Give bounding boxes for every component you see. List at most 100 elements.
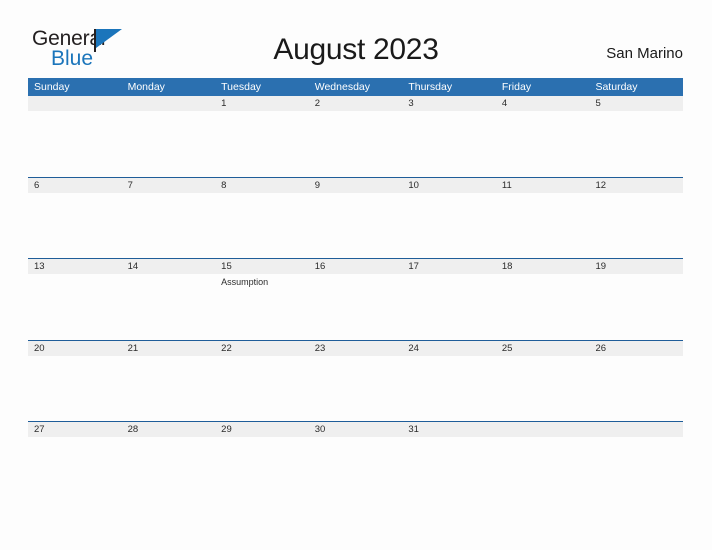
weekday-header-thursday: Thursday [408,81,453,93]
day-number-band: 28 [121,422,216,437]
day-number: 23 [314,342,326,354]
calendar-day-cell[interactable]: 13 [28,259,122,340]
weekday-header-sunday: Sunday [34,81,70,93]
calendar-day-cell[interactable]: 29 [215,422,309,503]
day-number-band: 30 [308,422,403,437]
day-events [589,193,683,195]
day-events [122,193,216,195]
day-number-band: 16 [308,259,403,274]
day-number-band: 29 [215,422,309,437]
day-events [215,356,309,358]
calendar-day-cell[interactable]: 22 [215,340,309,421]
calendar-day-cell[interactable]: 25 [495,340,590,421]
day-number: 12 [595,179,607,191]
day-number-band: 1 [215,96,309,111]
day-events [309,437,403,439]
day-number: 13 [34,261,45,272]
day-number: 22 [221,342,232,354]
weekday-header-monday: Monday [127,81,165,93]
day-events [28,356,122,358]
calendar-day-cell[interactable]: 24 [402,340,496,421]
day-number-band: 21 [121,340,216,356]
day-number-band: 9 [308,177,403,193]
day-number-band: 31 [402,422,496,437]
calendar-day-cell[interactable]: 27 [28,422,122,503]
day-events [402,437,496,439]
calendar-week-row: 20 21 22 23 24 25 26 [28,339,684,421]
calendar-day-cell[interactable]: 14 [121,259,216,340]
day-events [496,437,590,439]
day-number: 19 [595,261,607,272]
day-events [122,274,216,276]
day-number-band: 27 [28,422,122,437]
day-number-band: 17 [402,259,496,274]
calendar-day-cell[interactable]: 10 [402,177,496,258]
calendar-day-cell-empty [495,422,590,503]
calendar-day-cell[interactable]: 8 [215,177,309,258]
day-events [402,193,496,195]
day-number-band: 4 [495,96,590,111]
calendar-day-cell[interactable]: 28 [121,422,216,503]
day-events [28,193,122,195]
calendar-day-cell[interactable]: 18 [495,259,590,340]
day-number: 26 [595,342,607,354]
calendar-day-cell[interactable]: 3 [402,96,496,177]
day-number: 9 [314,179,321,191]
calendar-day-cell[interactable]: 7 [121,177,216,258]
day-number: 8 [221,179,227,191]
day-events [589,274,683,276]
day-events [496,274,590,276]
calendar-day-cell[interactable]: 16 [308,259,403,340]
calendar-day-cell[interactable]: 2 [308,96,403,177]
day-number-band [28,96,122,111]
day-number: 21 [127,342,139,354]
calendar-day-cell[interactable]: 15 Assumption [215,259,309,340]
day-events [496,193,590,195]
calendar-week-row: 13 14 15 Assumption 16 17 18 19 [28,258,684,340]
day-number-band: 7 [121,177,216,193]
calendar-day-cell[interactable]: 6 [28,177,122,258]
day-number: 1 [221,98,227,109]
calendar-day-cell[interactable]: 19 [589,259,684,340]
day-number-band: 20 [28,340,122,356]
day-events [402,111,496,113]
weekday-header-saturday: Saturday [595,81,638,93]
day-number: 25 [501,342,513,354]
calendar-day-cell[interactable]: 9 [308,177,403,258]
day-events [28,274,122,276]
calendar-day-cell[interactable]: 20 [28,340,122,421]
day-events [215,437,309,439]
weekday-header-wednesday: Wednesday [314,81,370,93]
day-number-band: 3 [402,96,496,111]
day-events: Assumption [215,274,309,288]
calendar-day-cell-empty [28,96,122,177]
calendar-day-cell[interactable]: 17 [402,259,496,340]
day-events [309,274,403,276]
day-events [309,111,403,113]
day-number: 5 [595,98,601,109]
calendar-day-cell[interactable]: 26 [589,340,684,421]
calendar-day-cell[interactable]: 23 [308,340,403,421]
day-number: 2 [314,98,321,109]
day-number: 31 [408,424,419,435]
calendar-day-cell[interactable]: 31 [402,422,496,503]
day-number: 6 [34,179,40,191]
calendar-week-row: 6 7 8 9 10 11 12 [28,176,684,258]
day-events [589,111,683,113]
calendar-day-cell[interactable]: 11 [495,177,590,258]
calendar-day-cell[interactable]: 30 [308,422,403,503]
calendar-day-cell[interactable]: 12 [589,177,684,258]
calendar-location: San Marino [606,45,683,62]
day-number: 28 [127,424,139,435]
calendar-grid: Sunday Monday Tuesday Wednesday Thursday… [28,78,684,503]
day-number: 30 [314,424,326,435]
day-number-band: 14 [121,259,216,274]
day-number-band: 19 [589,259,684,274]
weekday-header-friday: Friday [501,81,532,93]
day-events [28,437,122,439]
calendar-day-cell[interactable]: 1 [215,96,309,177]
day-number-band: 23 [308,340,403,356]
calendar-day-cell[interactable]: 5 [589,96,684,177]
calendar-day-cell[interactable]: 4 [495,96,590,177]
calendar-day-cell[interactable]: 21 [121,340,216,421]
